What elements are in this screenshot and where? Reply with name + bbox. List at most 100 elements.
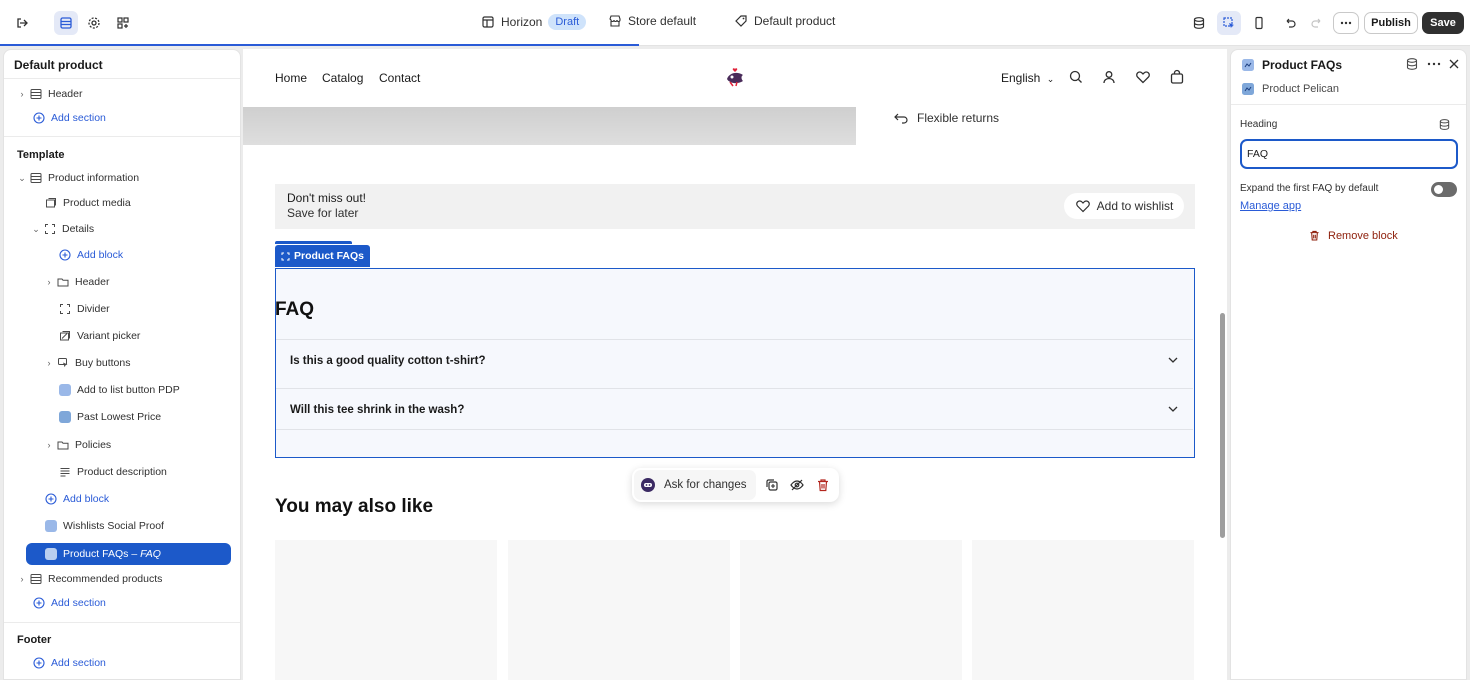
ai-assistant-icon (641, 478, 655, 492)
add-section-button[interactable]: Add section (4, 107, 240, 129)
block-product-faqs[interactable]: Product FAQs – FAQ (26, 543, 231, 565)
product-card-placeholder[interactable] (275, 540, 497, 680)
database-icon[interactable] (1187, 11, 1211, 35)
recommendations-heading: You may also like (275, 496, 434, 517)
product-card-placeholder[interactable] (740, 540, 962, 680)
theme-selector[interactable]: Horizon Draft (481, 14, 587, 30)
add-section-button[interactable]: Add section (4, 592, 240, 614)
database-icon[interactable] (1405, 57, 1419, 71)
selected-block-tag[interactable]: Product FAQs (275, 245, 371, 267)
block-variant-picker[interactable]: Variant picker (4, 325, 240, 347)
template-selector[interactable]: Default product (734, 14, 835, 28)
undo-icon[interactable] (1278, 11, 1302, 35)
inspector-icon[interactable] (1217, 11, 1241, 35)
chevron-right-icon[interactable]: › (16, 89, 28, 99)
heading-input[interactable] (1240, 139, 1458, 169)
remove-block-label: Remove block (1328, 229, 1398, 242)
apps-icon[interactable] (111, 11, 135, 35)
chevron-right-icon[interactable]: › (43, 277, 55, 287)
remove-block-button[interactable]: Remove block (1308, 229, 1398, 242)
plus-circle-icon (31, 110, 47, 126)
block-add-to-list[interactable]: Add to list button PDP (4, 379, 240, 401)
block-wishlists-social-proof[interactable]: Wishlists Social Proof (4, 515, 240, 537)
template-group-title: Template (17, 149, 65, 161)
block-product-media[interactable]: Product media (4, 192, 240, 214)
store-logo-icon[interactable] (721, 63, 749, 91)
section-recommended-products[interactable]: › Recommended products (4, 568, 240, 590)
section-header[interactable]: › Header (4, 83, 240, 105)
top-bar: Horizon Draft Store default Default prod… (0, 0, 1470, 46)
media-icon (43, 195, 59, 211)
faq-item[interactable]: Will this tee shrink in the wash? (276, 388, 1193, 430)
folder-icon (55, 437, 71, 453)
redo-icon[interactable] (1305, 11, 1329, 35)
faq-item[interactable]: Is this a good quality cotton t-shirt? (276, 339, 1193, 381)
expand-first-faq-toggle[interactable] (1431, 182, 1457, 197)
search-icon[interactable] (1068, 69, 1084, 85)
cart-bag-icon[interactable] (1169, 69, 1185, 85)
return-arrow-icon (894, 113, 908, 124)
chevron-down-icon[interactable]: ⌄ (30, 224, 42, 235)
block-details[interactable]: ⌄ Details (4, 218, 240, 240)
settings-gear-icon[interactable] (82, 11, 106, 35)
save-button[interactable]: Save (1422, 12, 1464, 34)
divider (1231, 104, 1466, 105)
app-block-icon (1241, 58, 1255, 72)
block-label: Buy buttons (75, 357, 131, 369)
block-label: Divider (77, 303, 110, 315)
store-preview: Home Catalog Contact English ⌄ Flexible … (243, 49, 1227, 680)
ask-for-changes-label: Ask for changes (664, 479, 747, 491)
divider-block-icon (57, 301, 73, 317)
block-divider[interactable]: Divider (4, 298, 240, 320)
add-section-button[interactable]: Add section (4, 652, 240, 674)
block-buy-buttons[interactable]: › Buy buttons (4, 352, 240, 374)
duplicate-icon[interactable] (764, 477, 780, 493)
block-header[interactable]: › Header (4, 271, 240, 293)
account-icon[interactable] (1101, 69, 1117, 85)
app-block-icon (43, 546, 59, 562)
template-name: Default product (754, 14, 836, 28)
faq-block[interactable]: FAQ Is this a good quality cotton t-shir… (275, 268, 1195, 458)
product-card-placeholder[interactable] (972, 540, 1194, 680)
block-policies[interactable]: › Policies (4, 434, 240, 456)
block-product-description[interactable]: Product description (4, 461, 240, 483)
ask-for-changes-button[interactable]: Ask for changes (638, 472, 756, 498)
add-block-button[interactable]: Add block (4, 244, 240, 266)
tag-icon (735, 15, 747, 27)
close-icon[interactable] (1447, 57, 1461, 71)
store-selector[interactable]: Store default (608, 14, 696, 28)
theme-name: Horizon (501, 15, 543, 29)
store-name: Store default (628, 14, 697, 28)
chevron-right-icon[interactable]: › (43, 358, 55, 368)
nav-contact-link[interactable]: Contact (379, 71, 420, 85)
chevron-down-icon[interactable]: ⌄ (16, 173, 28, 184)
hide-eye-icon[interactable] (789, 477, 805, 493)
wishlist-heart-icon[interactable] (1135, 69, 1151, 85)
folder-icon (55, 274, 71, 290)
mobile-preview-icon[interactable] (1247, 11, 1271, 35)
app-block-icon (57, 409, 73, 425)
preview-scrollbar[interactable] (1220, 313, 1225, 538)
plus-circle-icon (57, 247, 73, 263)
product-image (243, 107, 856, 145)
store-icon (609, 15, 621, 27)
chevron-right-icon[interactable]: › (16, 574, 28, 584)
add-block-button[interactable]: Add block (4, 488, 240, 510)
add-to-wishlist-button[interactable]: Add to wishlist (1064, 193, 1184, 219)
section-product-information[interactable]: ⌄ Product information (4, 167, 240, 189)
manage-app-link[interactable]: Manage app (1240, 200, 1301, 212)
language-selector[interactable]: English ⌄ (1001, 71, 1054, 85)
delete-trash-icon[interactable] (815, 477, 831, 493)
nav-catalog-link[interactable]: Catalog (322, 71, 363, 85)
block-past-lowest-price[interactable]: Past Lowest Price (4, 406, 240, 428)
divider (4, 622, 240, 623)
publish-button[interactable]: Publish (1364, 12, 1418, 34)
more-options-icon[interactable] (1427, 62, 1441, 66)
more-actions-icon[interactable] (1333, 12, 1359, 34)
chevron-right-icon[interactable]: › (43, 440, 55, 450)
exit-icon[interactable] (10, 11, 34, 35)
sections-icon[interactable] (54, 11, 78, 35)
nav-home-link[interactable]: Home (275, 71, 307, 85)
dynamic-source-icon[interactable] (1438, 118, 1451, 131)
product-card-placeholder[interactable] (508, 540, 730, 680)
